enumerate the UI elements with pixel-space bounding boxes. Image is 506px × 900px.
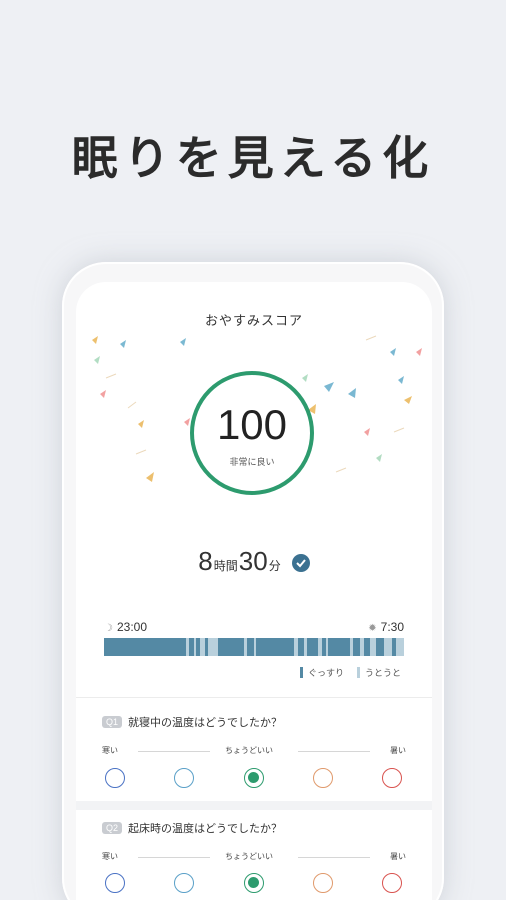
duration-hours-unit: 時間 xyxy=(213,559,238,573)
question-2-scale: 寒い ちょうどいい 暑い xyxy=(102,851,406,863)
score-ring: 100 非常に良い xyxy=(190,371,314,495)
app-screen: おやすみスコア 100 非常に良い 8 時間 30 分 ☽ 23:00 ✹ 7:30 xyxy=(76,282,432,900)
score-rating-label: 非常に良い xyxy=(229,458,275,468)
timeline-times: ☽ 23:00 ✹ 7:30 xyxy=(104,620,404,636)
scale-line xyxy=(138,857,210,858)
q1-option-warm[interactable] xyxy=(313,768,333,788)
scale-cold-label: 寒い xyxy=(102,852,118,861)
sleep-legend: ぐっすり うとうと xyxy=(104,666,404,680)
legend-light-swatch xyxy=(357,667,360,678)
timeline-end: ✹ 7:30 xyxy=(368,620,404,634)
q2-option-hot[interactable] xyxy=(382,873,402,893)
check-circle-icon xyxy=(291,554,310,572)
q1-option-cold[interactable] xyxy=(105,768,125,788)
sleep-stage-bar xyxy=(104,638,404,656)
section-divider xyxy=(76,697,432,698)
question-2-options xyxy=(102,873,406,897)
question-1-scale: 寒い ちょうどいい 暑い xyxy=(102,745,406,757)
sleep-stage-segments xyxy=(186,638,404,656)
question-1-text: 就寝中の温度はどうでしたか？ xyxy=(128,716,283,729)
duration-minutes: 30 xyxy=(238,546,268,576)
question-2-badge: Q2 xyxy=(102,822,123,834)
question-2: Q2 起床時の温度はどうでしたか？ xyxy=(102,820,282,836)
scale-line xyxy=(138,751,210,752)
sleep-duration: 8 時間 30 分 xyxy=(76,546,432,577)
legend-deep-swatch xyxy=(300,667,303,678)
q1-option-ok[interactable] xyxy=(244,768,264,788)
scale-ok-label: ちょうどいい xyxy=(225,746,273,755)
sun-icon: ✹ xyxy=(368,623,377,634)
moon-icon: ☽ xyxy=(104,623,113,634)
q2-option-ok[interactable] xyxy=(244,873,264,893)
question-1-badge: Q1 xyxy=(102,716,123,728)
q1-option-cool[interactable] xyxy=(174,768,194,788)
scale-line xyxy=(298,751,370,752)
scale-hot-label: 暑い xyxy=(390,746,406,755)
legend-deep: ぐっすり xyxy=(300,666,344,679)
question-2-text: 起床時の温度はどうでしたか？ xyxy=(128,822,283,835)
timeline-start: ☽ 23:00 xyxy=(104,620,147,634)
duration-minutes-unit: 分 xyxy=(268,559,281,573)
section-gap xyxy=(76,801,432,810)
q2-option-warm[interactable] xyxy=(313,873,333,893)
q1-option-hot[interactable] xyxy=(382,768,402,788)
legend-deep-label: ぐっすり xyxy=(308,669,345,679)
start-time: 23:00 xyxy=(116,620,147,634)
q2-option-cold[interactable] xyxy=(105,873,125,893)
duration-hours: 8 xyxy=(198,546,213,576)
selected-dot xyxy=(248,877,259,888)
end-time: 7:30 xyxy=(380,620,404,634)
scale-ok-label: ちょうどいい xyxy=(225,852,273,861)
scale-line xyxy=(298,857,370,858)
headline: 眠りを見える化 xyxy=(71,131,435,185)
legend-light-label: うとうと xyxy=(365,669,402,679)
selected-dot xyxy=(248,772,259,783)
scale-cold-label: 寒い xyxy=(102,746,118,755)
scale-hot-label: 暑い xyxy=(390,852,406,861)
score-value: 100 xyxy=(216,401,288,448)
q2-option-cool[interactable] xyxy=(174,873,194,893)
question-1-options xyxy=(102,768,406,792)
score-title: おやすみスコア xyxy=(204,314,303,329)
legend-light: うとうと xyxy=(357,666,401,679)
question-1: Q1 就寝中の温度はどうでしたか？ xyxy=(102,714,282,730)
